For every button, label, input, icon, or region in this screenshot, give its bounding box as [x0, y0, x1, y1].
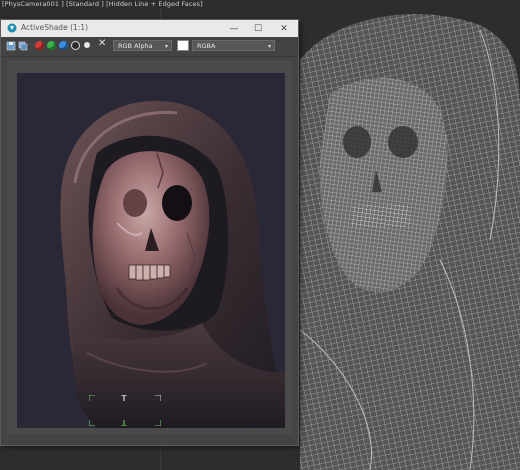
monochrome-icon[interactable] [84, 42, 90, 48]
chevron-down-icon: ▾ [164, 43, 168, 50]
render-toolbar: ✕ RGB Alpha ▾ RGBA ▾ [1, 37, 298, 57]
maximize-button[interactable]: ☐ [247, 20, 269, 37]
selection-bracket [121, 395, 127, 401]
channel-dropdown[interactable]: RGB Alpha ▾ [113, 40, 172, 51]
window-title: ActiveShade (1:1) [21, 23, 88, 32]
viewport-label[interactable]: [PhysCamera001 ] [Standard ] [Hidden Lin… [2, 0, 203, 8]
red-channel-icon[interactable] [35, 41, 44, 50]
display-dropdown[interactable]: RGBA ▾ [192, 40, 275, 51]
alpha-channel-icon[interactable] [71, 41, 80, 50]
rendered-skull-image [60, 100, 285, 428]
background-color-swatch[interactable] [177, 40, 189, 51]
channel-dropdown-value: RGB Alpha [118, 42, 153, 50]
close-button[interactable]: ✕ [273, 20, 295, 37]
selection-bracket [155, 420, 161, 426]
rendered-image[interactable] [17, 73, 285, 428]
copy-icon[interactable] [18, 41, 28, 51]
selection-bracket [89, 395, 95, 401]
display-dropdown-value: RGBA [197, 42, 216, 50]
selection-bracket [155, 395, 161, 401]
blue-channel-icon[interactable] [59, 41, 68, 50]
3dsmax-app-icon [7, 23, 17, 33]
save-icon[interactable] [6, 41, 16, 51]
activeshade-window[interactable]: ActiveShade (1:1) — ☐ ✕ ✕ RGB Alpha ▾ RG… [1, 20, 298, 445]
chevron-down-icon: ▾ [267, 43, 271, 50]
green-channel-icon[interactable] [47, 41, 56, 50]
clear-icon[interactable]: ✕ [98, 38, 106, 49]
selection-bracket [89, 420, 95, 426]
titlebar[interactable]: ActiveShade (1:1) — ☐ ✕ [1, 20, 298, 37]
render-area [7, 60, 292, 434]
minimize-button[interactable]: — [223, 20, 245, 37]
selection-bracket [121, 420, 127, 426]
